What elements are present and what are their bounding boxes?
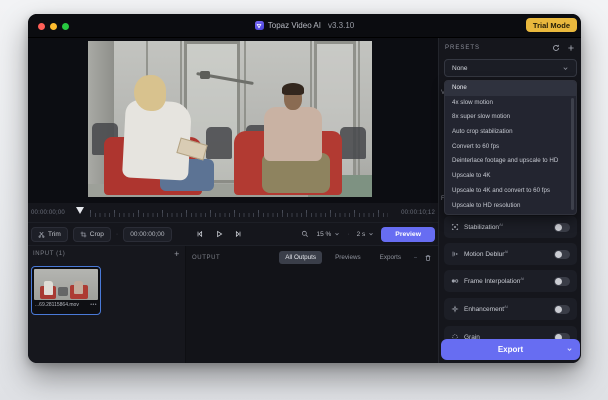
video-frame xyxy=(88,41,372,197)
enhancement-icon xyxy=(451,305,459,313)
preset-option[interactable]: None xyxy=(445,81,576,96)
preset-option[interactable]: Convert to 60 fps xyxy=(445,140,576,155)
trim-button[interactable]: Trim xyxy=(31,226,68,242)
app-name: Topaz Video AI xyxy=(267,21,321,30)
preset-dropdown-list: None 4x slow motion 8x super slow motion… xyxy=(444,80,577,215)
chevron-down-icon xyxy=(368,231,374,237)
timeline[interactable]: 00:00:00;00 00:00:10;12 xyxy=(28,203,438,222)
preset-select[interactable]: None xyxy=(444,59,577,77)
enhancement-toggle[interactable] xyxy=(554,304,570,314)
stabilization-icon xyxy=(451,223,459,231)
dropdown-scrollbar[interactable] xyxy=(571,98,574,210)
timecode-input[interactable]: 00:00:00;00 xyxy=(123,226,172,242)
clip-thumbnail-image xyxy=(34,269,98,300)
filter-motion-deblur[interactable]: Motion DeblurAI xyxy=(444,243,577,265)
reset-presets-icon[interactable] xyxy=(552,44,560,52)
preset-option[interactable]: Auto crop stabilization xyxy=(445,125,576,140)
crop-button[interactable]: Crop xyxy=(72,226,111,242)
close-window-button[interactable] xyxy=(38,23,45,30)
transport-controls xyxy=(196,223,242,245)
add-input-button[interactable]: + xyxy=(174,250,180,259)
input-panel-header: INPUT (1) xyxy=(33,251,66,257)
zoom-magnifier-icon xyxy=(301,230,309,238)
frame-interpolation-icon xyxy=(451,277,459,285)
preview-duration-select[interactable]: 2 s xyxy=(355,229,377,240)
topaz-logo-icon xyxy=(254,21,264,30)
app-window: Topaz Video AI v3.3.10 Trial Mode 00:00:… xyxy=(28,14,581,363)
frame-interpolation-toggle[interactable] xyxy=(554,276,570,286)
tab-all-outputs[interactable]: All Outputs xyxy=(279,251,323,264)
export-button[interactable]: Export xyxy=(441,339,580,360)
preview-area xyxy=(28,38,438,203)
chevron-down-icon xyxy=(562,65,569,72)
output-panel-header: OUTPUT xyxy=(192,254,221,261)
stabilization-toggle[interactable] xyxy=(554,222,570,232)
clip-more-button[interactable]: ••• xyxy=(90,302,97,308)
preset-option[interactable]: Upscale to 4K xyxy=(445,169,576,184)
input-panel: INPUT (1) + ...69.28115864.mov ••• xyxy=(28,246,186,363)
filter-stabilization[interactable]: StabilizationAI xyxy=(444,216,577,238)
presets-header: PRESETS xyxy=(445,45,481,51)
chevron-down-icon xyxy=(334,231,340,237)
previous-frame-button[interactable] xyxy=(196,230,204,238)
add-preset-icon[interactable] xyxy=(567,44,575,52)
timeline-end-timecode: 00:00:10;12 xyxy=(401,210,435,216)
clip-filename: ...69.28115864.mov xyxy=(35,302,79,308)
window-title: Topaz Video AI v3.3.10 xyxy=(254,21,355,30)
toolbar: Trim Crop · 00:00:00;00 15 % · 2 s Previ… xyxy=(28,222,438,245)
app-version: v3.3.10 xyxy=(327,21,355,30)
zoom-level-select[interactable]: 15 % xyxy=(314,229,342,240)
traffic-lights xyxy=(38,23,69,30)
filter-frame-interpolation[interactable]: Frame InterpolationAI xyxy=(444,270,577,292)
preset-option[interactable]: Upscale to HD resolution xyxy=(445,199,576,214)
scissors-icon xyxy=(38,231,45,238)
play-button[interactable] xyxy=(215,230,223,238)
output-tabs: All Outputs Previews Exports xyxy=(279,251,432,264)
presets-panel: PRESETS VI FI None None xyxy=(438,38,581,363)
trash-icon[interactable] xyxy=(424,254,432,262)
timeline-start-timecode: 00:00:00;00 xyxy=(31,210,65,216)
motion-deblur-icon xyxy=(451,250,459,258)
zoom-window-button[interactable] xyxy=(62,23,69,30)
preset-option[interactable]: 4x slow motion xyxy=(445,96,576,111)
export-options-chevron-icon[interactable] xyxy=(566,346,573,353)
tab-exports[interactable]: Exports xyxy=(374,251,407,264)
preset-option[interactable]: Upscale to 4K and convert to 60 fps xyxy=(445,184,576,199)
preset-option[interactable]: 8x super slow motion xyxy=(445,110,576,125)
scene-man xyxy=(264,107,322,161)
preset-option[interactable]: Deinterlace footage and upscale to HD xyxy=(445,154,576,169)
tab-previews[interactable]: Previews xyxy=(329,251,367,264)
filter-enhancement[interactable]: EnhancementAI xyxy=(444,298,577,320)
trial-mode-badge[interactable]: Trial Mode xyxy=(525,18,577,32)
motion-deblur-toggle[interactable] xyxy=(554,249,570,259)
input-clip-thumbnail[interactable]: ...69.28115864.mov ••• xyxy=(31,266,101,315)
output-panel: OUTPUT All Outputs Previews Exports xyxy=(186,246,438,363)
next-frame-button[interactable] xyxy=(234,230,242,238)
minimize-window-button[interactable] xyxy=(50,23,57,30)
titlebar: Topaz Video AI v3.3.10 Trial Mode xyxy=(28,14,581,38)
crop-icon xyxy=(80,231,87,238)
playhead[interactable] xyxy=(76,207,84,214)
preview-button[interactable]: Preview xyxy=(381,226,435,242)
